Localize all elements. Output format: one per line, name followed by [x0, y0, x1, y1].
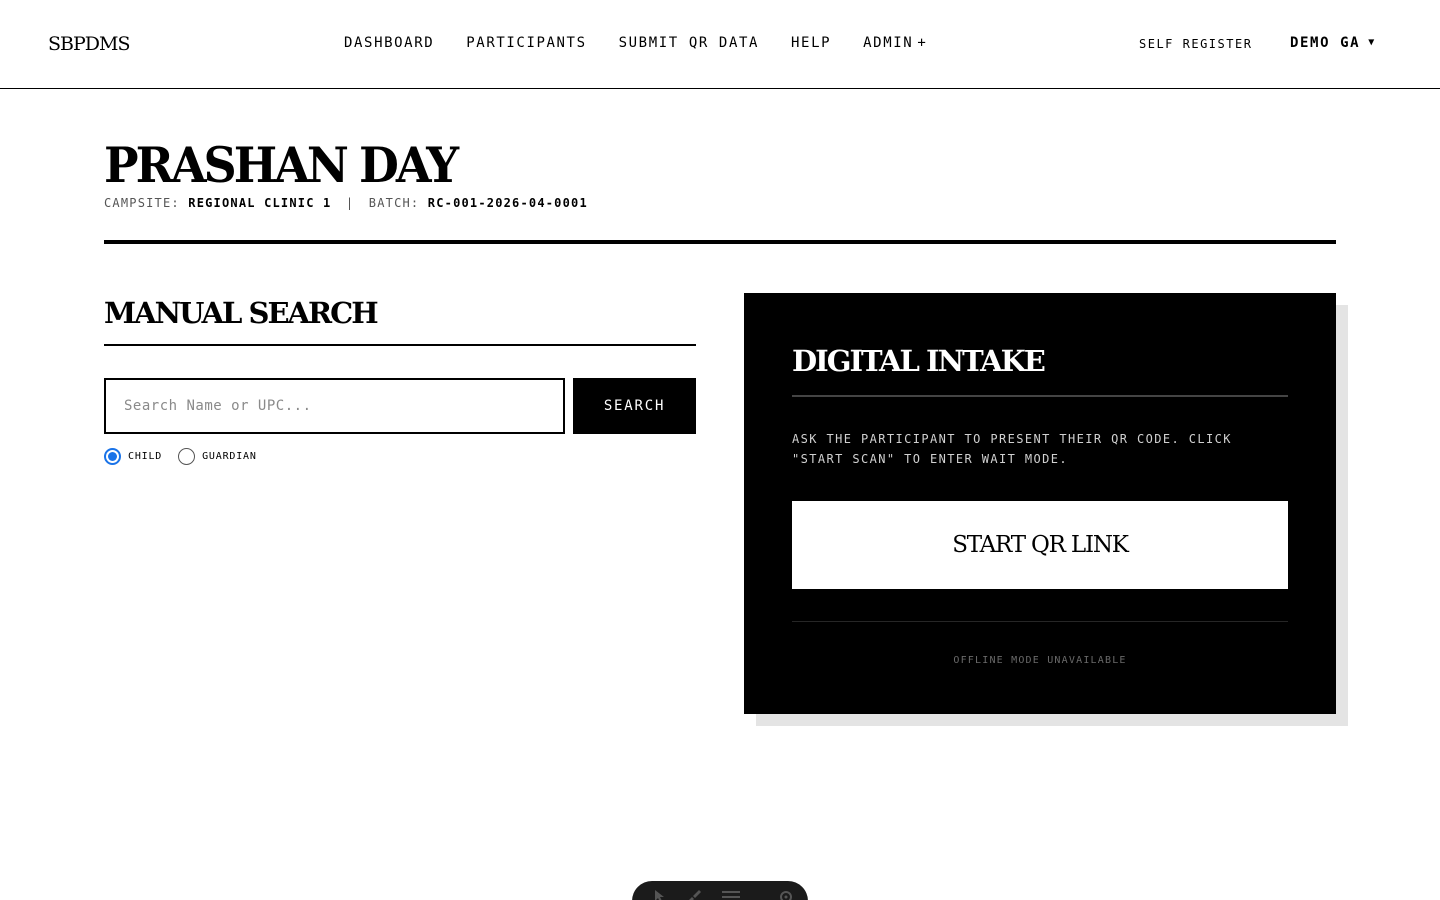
user-menu-button[interactable]: DEMO GA ▼: [1290, 35, 1376, 51]
manual-search-title: MANUAL SEARCH: [104, 296, 379, 330]
nav-item-participants[interactable]: PARTICIPANTS: [466, 35, 586, 51]
campsite-value: REGIONAL CLINIC 1: [188, 196, 332, 210]
plus-icon: +: [917, 35, 928, 51]
paintbrush-icon[interactable]: [686, 889, 702, 900]
cursor-icon[interactable]: [652, 889, 666, 900]
page-title: PRASHAN DAY: [104, 136, 459, 194]
app-logo[interactable]: SBPDMS: [48, 33, 130, 55]
child-radio[interactable]: [104, 448, 121, 465]
intake-instructions: ASK THE PARTICIPANT TO PRESENT THEIR QR …: [792, 432, 1232, 466]
search-button[interactable]: SEARCH: [573, 378, 696, 434]
nav-item-help[interactable]: HELP: [791, 35, 831, 51]
session-meta: CAMPSITE: REGIONAL CLINIC 1 | BATCH: RC-…: [104, 196, 1336, 210]
nav-item-submit-qr-data[interactable]: SUBMIT QR DATA: [619, 35, 759, 51]
start-qr-link-button[interactable]: START QR LINK: [792, 501, 1288, 589]
floating-toolbar: [632, 881, 808, 900]
manual-search-divider: [104, 344, 696, 346]
nav-item-dashboard[interactable]: DASHBOARD: [344, 35, 434, 51]
guardian-radio-label: GUARDIAN: [202, 451, 257, 462]
manual-search-panel: MANUAL SEARCH SEARCH CHILD GUARDIAN: [104, 293, 696, 465]
menu-icon[interactable]: [722, 889, 740, 900]
nav-item-admin-label: ADMIN: [863, 35, 914, 51]
intake-footer-divider: [792, 621, 1288, 622]
page-header: PRASHAN DAY CAMPSITE: REGIONAL CLINIC 1 …: [104, 136, 1336, 210]
self-register-link[interactable]: SELF REGISTER: [1139, 37, 1252, 51]
user-name: DEMO GA: [1290, 35, 1361, 51]
digital-intake-title: DIGITAL INTAKE: [792, 344, 1046, 378]
guardian-radio[interactable]: [178, 448, 196, 465]
search-type-options: CHILD GUARDIAN: [104, 448, 696, 465]
digital-intake-divider: [792, 395, 1288, 397]
search-input[interactable]: [104, 378, 565, 434]
search-row: SEARCH: [104, 378, 696, 434]
nav-item-admin[interactable]: ADMIN +: [863, 35, 927, 51]
main-nav: DASHBOARD PARTICIPANTS SUBMIT QR DATA HE…: [344, 35, 959, 51]
digital-intake-card: DIGITAL INTAKE ASK THE PARTICIPANT TO PR…: [744, 293, 1336, 714]
settings-icon[interactable]: [778, 889, 794, 900]
child-radio-label: CHILD: [128, 451, 163, 462]
batch-value: RC-001-2026-04-0001: [427, 196, 588, 210]
offline-mode-note: OFFLINE MODE UNAVAILABLE: [953, 655, 1127, 666]
batch-label: BATCH:: [368, 196, 420, 210]
header-divider: [104, 240, 1336, 244]
top-navigation-bar: SBPDMS DASHBOARD PARTICIPANTS SUBMIT QR …: [0, 0, 1440, 89]
campsite-label: CAMPSITE:: [104, 196, 180, 210]
radio-option-child[interactable]: CHILD: [104, 448, 162, 465]
meta-separator: |: [345, 196, 355, 210]
radio-option-guardian[interactable]: GUARDIAN: [178, 448, 257, 465]
caret-down-icon: ▼: [1368, 37, 1376, 48]
